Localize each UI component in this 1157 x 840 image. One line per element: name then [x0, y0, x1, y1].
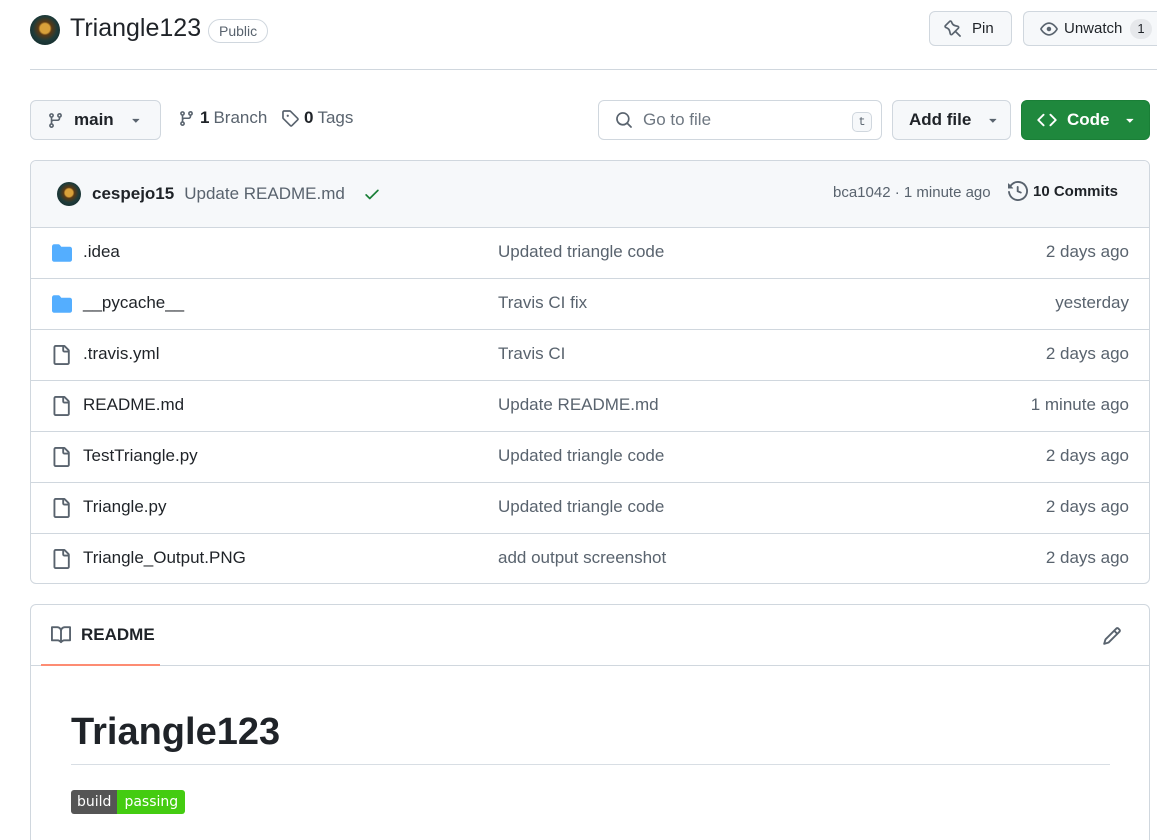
tab-readme[interactable]: README	[41, 605, 160, 666]
file-icon	[51, 447, 71, 467]
readme-tab-label: README	[81, 624, 155, 644]
history-icon	[1008, 181, 1028, 201]
unwatch-label: Unwatch	[1064, 20, 1123, 37]
visibility-badge: Public	[208, 19, 269, 43]
folder-icon	[51, 243, 73, 263]
file-icon	[51, 345, 71, 365]
file-row[interactable]: __pycache__ Travis CI fix yesterday	[31, 279, 1149, 330]
pin-label: Pin	[972, 20, 994, 37]
file-row[interactable]: .idea Updated triangle code 2 days ago	[31, 228, 1149, 279]
watchers-count: 1	[1130, 18, 1152, 39]
caret-down-icon	[130, 114, 142, 126]
branch-name: main	[74, 110, 114, 129]
file-name-link[interactable]: README.md	[83, 395, 184, 415]
folder-icon	[51, 294, 73, 314]
file-name-link[interactable]: TestTriangle.py	[83, 446, 198, 466]
tags-count: 0	[304, 108, 314, 127]
readme-heading: Triangle123	[71, 711, 1110, 765]
commits-history-link[interactable]: 10 Commits	[1008, 181, 1118, 201]
git-branch-icon	[47, 112, 64, 129]
owner-avatar[interactable]	[30, 15, 60, 45]
latest-commit-bar: cespejo15 Update README.md bca1042 · 1 m…	[31, 161, 1149, 228]
file-row[interactable]: README.md Update README.md 1 minute ago	[31, 381, 1149, 432]
book-icon	[51, 625, 71, 645]
branch-selector[interactable]: main	[30, 100, 161, 140]
file-commit-message[interactable]: Updated triangle code	[498, 446, 664, 466]
code-button[interactable]: Code	[1021, 100, 1150, 140]
file-row[interactable]: Triangle_Output.PNG add output screenshot…	[31, 534, 1149, 583]
branches-label: Branch	[213, 108, 268, 127]
pin-icon	[944, 19, 962, 38]
file-name-link[interactable]: Triangle_Output.PNG	[83, 548, 246, 568]
commit-author[interactable]: cespejo15	[92, 184, 174, 204]
file-commit-age: 2 days ago	[1045, 446, 1129, 465]
tags-link[interactable]: 0 Tags	[281, 108, 353, 128]
search-icon	[615, 111, 633, 129]
file-row[interactable]: .travis.yml Travis CI 2 days ago	[31, 330, 1149, 381]
unwatch-button[interactable]: Unwatch 1	[1023, 11, 1157, 46]
branches-link[interactable]: 1 Branch	[178, 108, 267, 128]
pencil-icon[interactable]	[1102, 626, 1122, 646]
add-file-button[interactable]: Add file	[892, 100, 1011, 140]
author-avatar[interactable]	[57, 182, 81, 206]
git-branch-icon	[178, 110, 195, 127]
file-icon	[51, 396, 71, 416]
file-commit-message[interactable]: Travis CI	[498, 344, 565, 364]
repo-header: Triangle123 Public Pin Unwatch 1	[30, 10, 1157, 70]
eye-icon	[1040, 20, 1058, 38]
branches-count: 1	[200, 108, 210, 127]
build-status-badge[interactable]: build passing	[71, 790, 186, 814]
commits-count: 10 Commits	[1033, 182, 1119, 200]
commit-message[interactable]: Update README.md	[184, 184, 345, 204]
readme-box: README Triangle123 build passing	[30, 604, 1150, 840]
repo-title[interactable]: Triangle123	[70, 14, 201, 43]
file-name-link[interactable]: __pycache__	[83, 293, 184, 313]
add-file-label: Add file	[909, 110, 972, 129]
file-commit-message[interactable]: add output screenshot	[498, 548, 666, 568]
file-rows: .idea Updated triangle code 2 days ago __py…	[31, 228, 1149, 583]
go-to-file-search[interactable]: t	[598, 100, 882, 140]
file-commit-age: 2 days ago	[1045, 497, 1129, 516]
file-commit-age: 1 minute ago	[1030, 395, 1129, 414]
file-name-link[interactable]: .idea	[83, 242, 120, 262]
file-commit-age: 2 days ago	[1045, 242, 1129, 261]
file-commit-message[interactable]: Updated triangle code	[498, 497, 664, 517]
file-commit-message[interactable]: Updated triangle code	[498, 242, 664, 262]
file-icon	[51, 549, 71, 569]
file-name-link[interactable]: .travis.yml	[83, 344, 160, 364]
file-list-box: cespejo15 Update README.md bca1042 · 1 m…	[30, 160, 1150, 584]
caret-down-icon	[1124, 114, 1136, 126]
file-row[interactable]: Triangle.py Updated triangle code 2 days a…	[31, 483, 1149, 534]
file-row[interactable]: TestTriangle.py Updated triangle code 2 da…	[31, 432, 1149, 483]
caret-down-icon	[987, 114, 999, 126]
go-to-file-input[interactable]	[643, 110, 833, 130]
tag-icon	[281, 109, 299, 127]
file-commit-message[interactable]: Update README.md	[498, 395, 659, 415]
file-commit-message[interactable]: Travis CI fix	[498, 293, 587, 313]
check-icon[interactable]	[363, 185, 381, 203]
file-commit-age: 2 days ago	[1045, 344, 1129, 363]
pin-button[interactable]: Pin	[929, 11, 1012, 46]
readme-header: README	[31, 605, 1149, 666]
file-icon	[51, 498, 71, 518]
file-name-link[interactable]: Triangle.py	[83, 497, 166, 517]
code-icon	[1037, 110, 1057, 130]
badge-label: build	[71, 790, 118, 814]
file-commit-age: 2 days ago	[1045, 548, 1129, 567]
file-commit-age: yesterday	[1055, 293, 1129, 312]
keyboard-shortcut-hint: t	[852, 112, 872, 132]
tags-label: Tags	[317, 108, 354, 127]
commit-sha-time[interactable]: bca1042 · 1 minute ago	[833, 184, 991, 201]
code-label: Code	[1067, 110, 1110, 129]
badge-status: passing	[117, 790, 186, 814]
